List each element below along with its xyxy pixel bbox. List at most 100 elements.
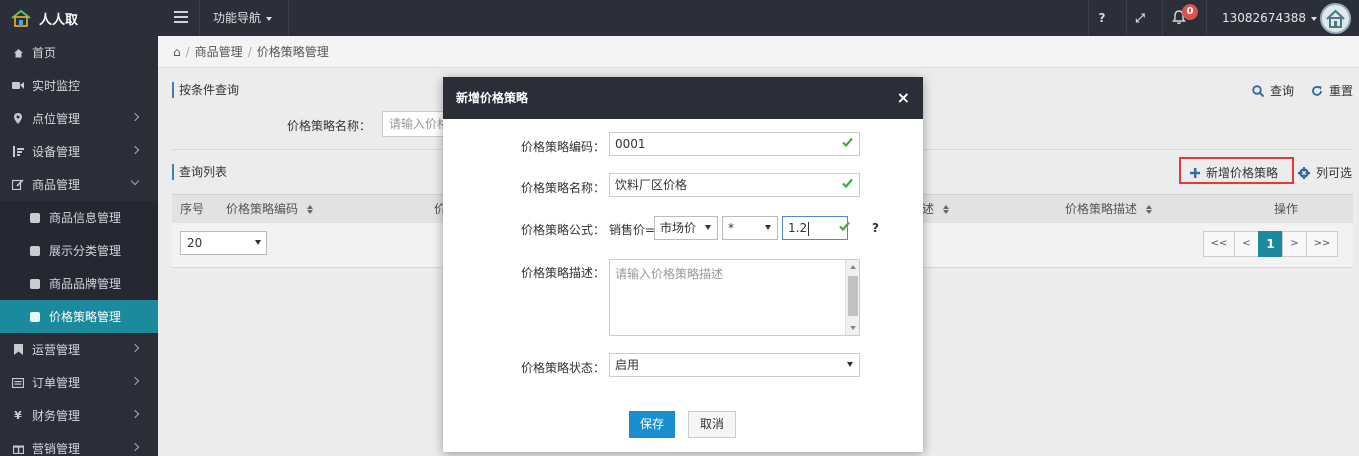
cancel-button[interactable]: 取消 xyxy=(688,411,736,438)
sidebar-item-label: 运营管理 xyxy=(32,343,81,357)
code-label: 价格策略编码： xyxy=(520,140,605,154)
gear-icon xyxy=(1298,166,1310,179)
user-menu[interactable]: 13082674388 xyxy=(1222,0,1317,36)
formula-operator-select[interactable]: * xyxy=(722,216,778,240)
col-index: 序号 xyxy=(180,202,205,216)
desc-textarea[interactable]: 请输入价格策略描述 xyxy=(609,259,860,336)
formula-operator-value: * xyxy=(728,221,734,235)
top-bar: 人人取 功能导航 ? ⤢ 0 13082674388 xyxy=(0,0,1359,36)
edit-icon xyxy=(12,179,24,191)
sidebar: 首页 实时监控 点位管理 设备管理 商品管理 商品信息管理 展示分类管理 商品品… xyxy=(0,36,158,456)
page-current-button[interactable]: 1 xyxy=(1258,231,1283,257)
code-input[interactable]: 0001 xyxy=(609,132,860,156)
strategy-name-label: 价格策略名称： xyxy=(287,119,372,133)
sidebar-item-label: 展示分类管理 xyxy=(49,244,122,258)
caret-down-icon xyxy=(847,362,853,367)
breadcrumb-goods[interactable]: 商品管理 xyxy=(195,43,243,60)
caret-down-icon xyxy=(255,240,261,245)
page-first-button[interactable]: << xyxy=(1203,231,1235,257)
sidebar-item-marketing[interactable]: 营销管理 xyxy=(0,432,158,456)
caret-down-icon xyxy=(705,225,711,230)
name-input-value: 饮料厂区价格 xyxy=(615,178,688,192)
formula-base-select[interactable]: 市场价 xyxy=(654,216,718,240)
sidebar-item-finance[interactable]: ¥ 财务管理 xyxy=(0,399,158,432)
sort-bars-icon xyxy=(12,146,24,158)
col-desc[interactable]: 价格策略描述 xyxy=(1065,195,1152,224)
sidebar-item-goods-info[interactable]: 商品信息管理 xyxy=(0,201,158,234)
formula-base-value: 市场价 xyxy=(660,221,697,235)
sidebar-item-label: 商品品牌管理 xyxy=(49,277,122,291)
avatar[interactable] xyxy=(1320,3,1351,34)
col-partial-4[interactable]: 述 xyxy=(922,195,949,224)
formula-help-icon[interactable]: ? xyxy=(872,221,879,235)
help-icon[interactable]: ? xyxy=(1092,0,1112,36)
house-logo-icon xyxy=(11,9,31,27)
status-label: 价格策略状态： xyxy=(520,361,605,375)
sidebar-item-label: 点位管理 xyxy=(32,112,81,126)
chevron-right-icon xyxy=(130,145,140,155)
scroll-down-icon xyxy=(850,326,856,330)
formula-factor-value: 1.2 xyxy=(788,221,808,235)
chevron-right-icon xyxy=(130,442,140,452)
yen-icon: ¥ xyxy=(14,409,22,422)
square-icon xyxy=(30,278,40,289)
top-separator xyxy=(1088,0,1089,36)
breadcrumb: ⌂ / 商品管理 / 价格策略管理 xyxy=(158,36,1359,68)
func-nav-dropdown[interactable]: 功能导航 xyxy=(213,0,273,36)
check-icon xyxy=(842,137,853,147)
formula-factor-input[interactable]: 1.2 xyxy=(782,216,850,240)
page-size-select[interactable]: 20 xyxy=(180,231,267,255)
save-button[interactable]: 保存 xyxy=(629,411,675,438)
page-prev-button[interactable]: < xyxy=(1234,231,1259,257)
brand[interactable]: 人人取 xyxy=(0,0,160,36)
desc-placeholder: 请输入价格策略描述 xyxy=(615,267,724,281)
columns-select-button[interactable]: 列可选 xyxy=(1298,164,1352,181)
sidebar-item-goods[interactable]: 商品管理 xyxy=(0,168,158,201)
sidebar-item-goods-brand[interactable]: 商品品牌管理 xyxy=(0,267,158,300)
sidebar-item-devices[interactable]: 设备管理 xyxy=(0,135,158,168)
formula-prefix: 销售价= xyxy=(609,223,656,237)
top-separator xyxy=(1162,0,1163,36)
columns-select-label: 列可选 xyxy=(1316,166,1353,180)
sidebar-item-display-category[interactable]: 展示分类管理 xyxy=(0,234,158,267)
query-button[interactable]: 查询 xyxy=(1252,82,1294,99)
brand-name: 人人取 xyxy=(39,12,79,28)
menu-toggle-icon[interactable] xyxy=(174,11,188,23)
chevron-down-icon xyxy=(266,16,273,21)
sort-icon xyxy=(942,205,949,214)
textarea-scrollbar[interactable] xyxy=(845,260,859,335)
house-avatar-icon xyxy=(1326,9,1345,28)
map-marker-icon xyxy=(12,113,24,125)
status-value: 启用 xyxy=(615,358,640,372)
search-icon xyxy=(1252,84,1264,97)
home-icon xyxy=(12,47,24,59)
chevron-down-icon xyxy=(1310,16,1317,21)
dialog-header: 新增价格策略 × xyxy=(443,77,923,119)
chevron-right-icon xyxy=(130,376,140,386)
reset-button[interactable]: 重置 xyxy=(1311,82,1353,99)
col-code[interactable]: 价格策略编码 xyxy=(226,195,313,224)
status-select[interactable]: 启用 xyxy=(609,353,860,377)
sidebar-item-locations[interactable]: 点位管理 xyxy=(0,102,158,135)
sidebar-item-monitor[interactable]: 实时监控 xyxy=(0,69,158,102)
sidebar-item-operations[interactable]: 运营管理 xyxy=(0,333,158,366)
col-desc-label: 价格策略描述 xyxy=(1065,202,1138,216)
check-icon xyxy=(839,221,850,231)
name-input[interactable]: 饮料厂区价格 xyxy=(609,173,860,197)
list-alt-icon xyxy=(12,377,24,389)
scroll-thumb[interactable] xyxy=(848,276,858,316)
sidebar-item-orders[interactable]: 订单管理 xyxy=(0,366,158,399)
square-icon xyxy=(30,245,40,256)
page-last-button[interactable]: >> xyxy=(1306,231,1338,257)
home-breadcrumb-icon[interactable]: ⌂ xyxy=(173,45,181,59)
close-icon[interactable]: × xyxy=(897,77,910,119)
dialog-title: 新增价格策略 xyxy=(456,91,529,105)
sidebar-item-label: 价格策略管理 xyxy=(49,310,122,324)
top-separator xyxy=(1206,0,1207,36)
fullscreen-icon[interactable]: ⤢ xyxy=(1130,0,1150,36)
video-camera-icon xyxy=(12,80,24,92)
sidebar-item-home[interactable]: 首页 xyxy=(0,36,158,69)
code-input-value: 0001 xyxy=(615,137,646,151)
page-next-button[interactable]: > xyxy=(1282,231,1307,257)
sidebar-item-price-strategy[interactable]: 价格策略管理 xyxy=(0,300,158,333)
